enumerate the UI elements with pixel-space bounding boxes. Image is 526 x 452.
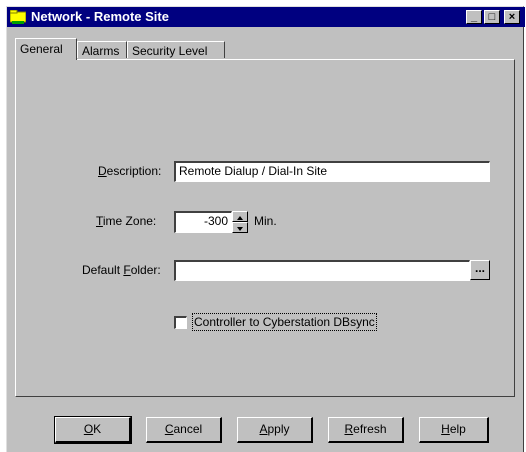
spin-up-button[interactable] (232, 211, 248, 222)
maximize-button[interactable]: □ (484, 10, 500, 24)
arrow-down-icon (237, 227, 243, 231)
browse-folder-button[interactable]: ... (470, 260, 490, 280)
help-button[interactable]: Help (419, 417, 489, 443)
minimize-button[interactable]: _ (466, 10, 482, 24)
dbsync-label[interactable]: Controller to Cyberstation DBsync (192, 313, 377, 331)
ok-button[interactable]: OK (54, 416, 132, 444)
title-bar[interactable]: Network - Remote Site _ □ × (7, 7, 525, 27)
network-folder-icon (9, 9, 27, 24)
default-folder-label: Default Folder: (82, 263, 161, 277)
time-zone-field[interactable]: -300 (174, 211, 232, 233)
description-field[interactable]: Remote Dialup / Dial-In Site (174, 161, 490, 182)
tab-security-level-label: Security Level (132, 44, 208, 58)
tab-alarms[interactable]: Alarms (77, 41, 127, 58)
general-tab-panel: Description: Remote Dialup / Dial-In Sit… (15, 59, 515, 397)
dbsync-checkbox[interactable] (174, 316, 187, 329)
description-label: Description: (98, 164, 162, 178)
time-zone-unit: Min. (254, 214, 277, 228)
refresh-button[interactable]: Refresh (328, 417, 404, 443)
default-folder-field[interactable] (174, 260, 470, 281)
tab-security-level[interactable]: Security Level (127, 41, 225, 58)
window-title: Network - Remote Site (31, 9, 169, 24)
close-icon: × (508, 11, 516, 23)
minimize-icon: _ (470, 11, 478, 23)
close-button[interactable]: × (504, 10, 520, 24)
time-zone-label: Time Zone: (96, 214, 157, 228)
network-remote-site-dialog: Network - Remote Site _ □ × General Alar… (6, 6, 525, 452)
spin-down-button[interactable] (232, 222, 248, 233)
maximize-icon: □ (488, 11, 496, 23)
tab-general[interactable]: General (15, 38, 77, 60)
cancel-button[interactable]: Cancel (146, 417, 222, 443)
tab-alarms-label: Alarms (82, 44, 120, 58)
time-zone-spinner (232, 211, 248, 233)
tab-general-label: General (20, 42, 63, 56)
apply-button[interactable]: Apply (237, 417, 313, 443)
